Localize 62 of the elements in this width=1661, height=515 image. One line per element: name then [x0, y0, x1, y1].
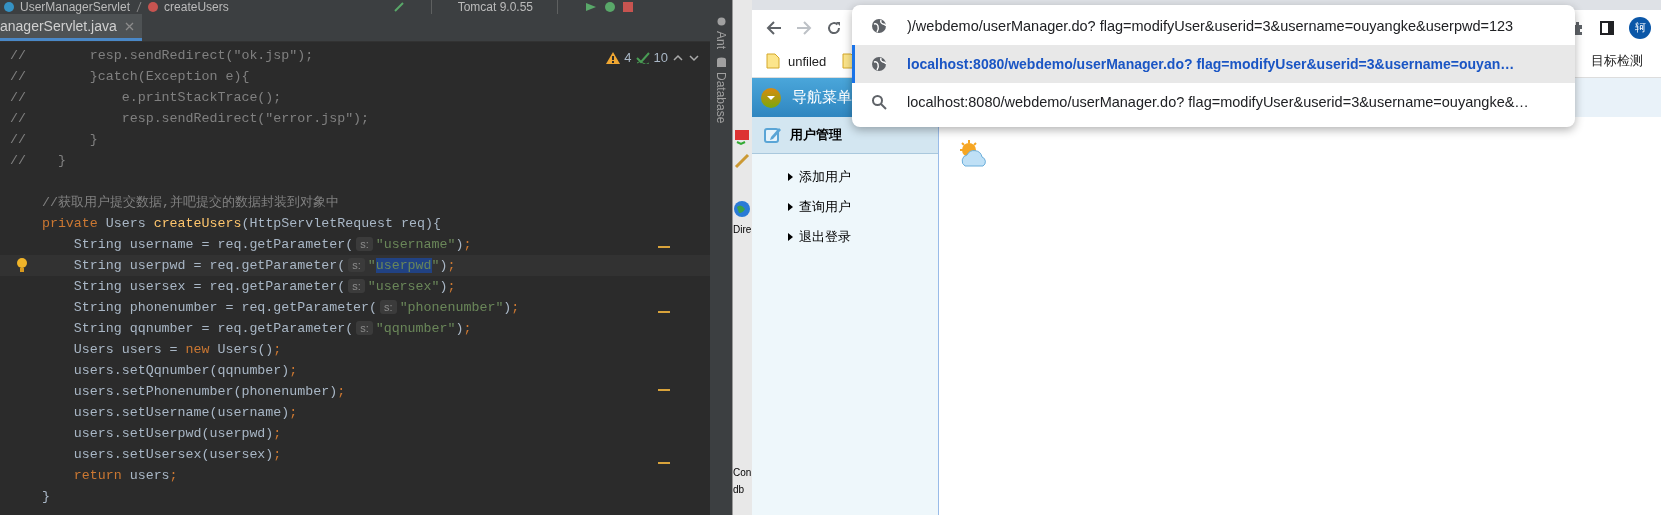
triangle-icon	[788, 203, 793, 211]
warning-count: 4	[624, 50, 632, 65]
menu-item[interactable]: 退出登录	[752, 222, 938, 252]
stop-icon[interactable]	[622, 1, 634, 13]
code-line: String phonenumber = req.getParameter( s: "phonenumber");	[72, 300, 520, 315]
code-line: // resp.sendRedirect("ok.jsp");	[10, 48, 314, 63]
code-line: // }	[10, 132, 98, 147]
code-line: // }catch(Exception e){	[10, 69, 250, 84]
code-line: users.setUsersex(usersex);	[72, 447, 282, 462]
code-line: String usersex = req.getParameter( s: "usersex");	[72, 279, 456, 294]
code-line: // }	[10, 153, 66, 168]
window-fragment-text: Con	[733, 467, 752, 478]
globe-icon	[871, 18, 887, 34]
sidebar-icon[interactable]	[1599, 19, 1615, 36]
check-icon	[635, 51, 650, 64]
code-line: return users;	[72, 468, 178, 483]
breadcrumb-item[interactable]: createUsers	[164, 0, 229, 14]
folder-icon	[766, 53, 780, 69]
tool-window-button[interactable]: Ant	[714, 16, 728, 49]
suggestion-item[interactable]: )/webdemo/userManager.do? flag=modifyUser&userid=3&username=ouyangke&userpwd=123	[852, 7, 1575, 45]
profile-avatar[interactable]: 轲	[1629, 16, 1651, 39]
code-line: String userpwd = req.getParameter( s: "userpwd");	[72, 258, 456, 273]
method-icon	[148, 2, 159, 12]
window-fragment-text: Dire	[733, 224, 752, 235]
close-icon[interactable]	[124, 21, 134, 31]
code-line: // e.printStackTrace();	[10, 90, 282, 105]
separator-icon	[136, 1, 143, 13]
code-line: String username = req.getParameter( s: "username");	[72, 237, 472, 252]
code-line: users.setUserpwd(userpwd);	[72, 426, 282, 441]
code-line: // resp.sendRedirect("error.jsp");	[10, 111, 370, 126]
lightbulb-icon[interactable]	[16, 257, 28, 273]
warning-icon	[606, 51, 621, 64]
pencil-icon	[733, 152, 751, 170]
back-icon[interactable]	[766, 19, 782, 36]
bookmark-folder[interactable]: unfiled	[762, 53, 831, 69]
menu-item[interactable]: 查询用户	[752, 192, 938, 222]
triangle-icon	[788, 173, 793, 181]
code-line: users.setQqnumber(qqnumber);	[72, 363, 298, 378]
class-icon	[4, 2, 14, 12]
breadcrumb-item[interactable]: UserManagerServlet	[20, 0, 131, 14]
code-line: private Users createUsers(HttpServletRequest req){	[40, 216, 441, 231]
menu-item[interactable]: 添加用户	[752, 162, 938, 192]
debug-icon[interactable]	[604, 1, 616, 13]
editor-tab[interactable]: anagerServlet.java	[0, 14, 142, 41]
bookmark-link[interactable]: 目标检测	[1591, 52, 1643, 70]
search-icon	[871, 94, 887, 110]
typo-count: 10	[653, 50, 668, 65]
code-line: String qqnumber = req.getParameter( s: "qqnumber");	[72, 321, 472, 336]
globe-icon	[733, 200, 751, 218]
suggestion-item[interactable]: localhost:8080/webdemo/userManager.do? flag=modifyUser&userid=3&username=ouyan…	[852, 45, 1575, 83]
code-line: }	[40, 489, 50, 504]
globe-icon	[871, 56, 887, 72]
window-fragment-text: db	[733, 484, 746, 495]
edit-icon	[764, 126, 782, 144]
dropdown-icon[interactable]	[760, 86, 782, 109]
code-line: users.setPhonenumber(phonenumber);	[72, 384, 346, 399]
code-line: //获取用户提交数据,并吧提交的数据封装到对象中	[40, 195, 339, 210]
reload-icon[interactable]	[826, 19, 842, 36]
code-line: Users users = new Users();	[72, 342, 282, 357]
triangle-icon	[788, 233, 793, 241]
tool-window-button[interactable]: Database	[714, 57, 728, 124]
code-line: users.setUsername(username);	[72, 405, 298, 420]
